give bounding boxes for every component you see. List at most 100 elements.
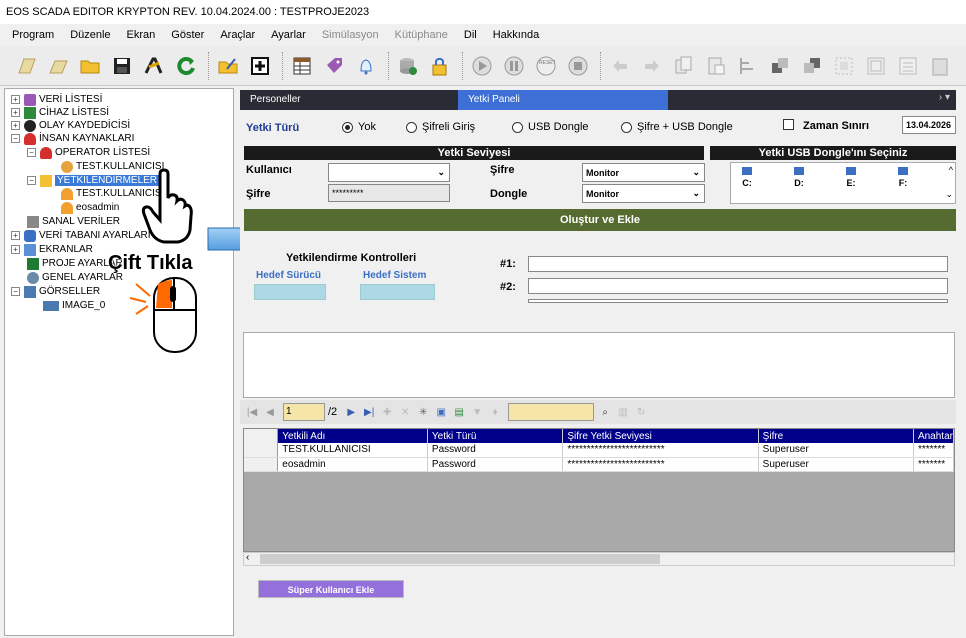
lock-icon[interactable] (426, 52, 454, 80)
password-field[interactable]: ********* (328, 184, 450, 202)
save-icon[interactable] (108, 52, 136, 80)
slot1-field[interactable] (528, 256, 948, 272)
radio-sifreli-giris[interactable]: Şifreli Giriş (406, 121, 475, 133)
menu-kutuphane[interactable]: Kütüphane (395, 29, 448, 41)
menu-duzenle[interactable]: Düzenle (70, 29, 110, 41)
edit-folder-icon[interactable] (214, 52, 242, 80)
table-cell[interactable]: ************************* (562, 443, 759, 458)
pause-icon[interactable] (500, 52, 528, 80)
stop-icon[interactable] (564, 52, 592, 80)
scrollbar-thumb[interactable] (260, 554, 660, 564)
bring-front-icon[interactable] (766, 52, 794, 80)
tree-item-veri-listesi[interactable]: + VERİ LİSTESİ (11, 93, 102, 106)
tree-item-ekranlar[interactable]: + EKRANLAR (11, 243, 93, 256)
menu-simulasyon[interactable]: Simülasyon (322, 29, 379, 41)
column-header[interactable]: Şifre Yetki Seviyesi (562, 429, 759, 443)
table-cell[interactable]: ******* (913, 457, 954, 472)
table-cell[interactable]: Superuser (758, 443, 914, 458)
tree-item-auth-eosadmin[interactable]: eosadmin (61, 201, 119, 214)
export-icon[interactable]: ▤ (451, 404, 467, 420)
paste-icon[interactable] (702, 52, 730, 80)
menu-ayarlar[interactable]: Ayarlar (271, 29, 306, 41)
compile-icon[interactable] (140, 52, 168, 80)
column-header[interactable]: Şifre (758, 429, 914, 443)
refresh-record-icon[interactable]: ✳ (415, 404, 431, 420)
align-icon[interactable] (734, 52, 762, 80)
open-file-icon[interactable] (44, 52, 72, 80)
column-header[interactable]: Anahtar (913, 429, 954, 443)
database-icon[interactable] (394, 52, 422, 80)
add-record-icon[interactable]: ✚ (379, 404, 395, 420)
row-header[interactable] (244, 443, 279, 458)
copy-icon[interactable] (670, 52, 698, 80)
target-system-field[interactable] (360, 284, 435, 300)
time-limit-checkbox[interactable] (783, 119, 794, 130)
page-number-input[interactable]: 1 (283, 403, 325, 421)
building-icon[interactable] (926, 52, 954, 80)
folder-icon[interactable] (76, 52, 104, 80)
tree-item-veri-tabani[interactable]: + VERİ TABANI AYARLARI (11, 229, 151, 242)
tree-item-gorseller[interactable]: − GÖRSELLER (11, 285, 100, 298)
create-add-button[interactable]: Oluştur ve Ekle (244, 209, 956, 231)
next-record-icon[interactable]: ▶ (343, 404, 359, 420)
tree-item-cihaz-listesi[interactable]: + CİHAZ LİSTESİ (11, 106, 109, 119)
drive-d[interactable]: D: (789, 167, 809, 188)
search-input[interactable] (508, 403, 595, 421)
group-icon[interactable] (830, 52, 858, 80)
properties-icon[interactable] (894, 52, 922, 80)
play-icon[interactable] (468, 52, 496, 80)
tree-item-operator-listesi[interactable]: − OPERATOR LİSTESİ (27, 146, 150, 159)
radio-sifre-usb-dongle[interactable]: Şifre + USB Dongle (621, 121, 733, 133)
table-cell[interactable]: Password (427, 457, 564, 472)
search-icon[interactable]: ⌕ (597, 404, 613, 420)
reload-icon[interactable]: ↻ (633, 404, 649, 420)
table-cell[interactable]: eosadmin (277, 457, 428, 472)
ungroup-icon[interactable] (862, 52, 890, 80)
clear-filter-icon[interactable]: ♦ (487, 404, 503, 420)
slot2-field[interactable] (528, 278, 948, 294)
grid-horizontal-scrollbar[interactable]: ‹ (243, 552, 955, 566)
add-box-icon[interactable] (246, 52, 274, 80)
table-cell[interactable]: Password (427, 443, 564, 458)
menu-dil[interactable]: Dil (464, 29, 477, 41)
scroll-left-icon[interactable]: ‹ (246, 552, 249, 563)
send-back-icon[interactable] (798, 52, 826, 80)
drive-c[interactable]: C: (737, 167, 757, 188)
tree-item-olay-kaydedicisi[interactable]: + OLAY KAYDEDİCİSİ (11, 119, 130, 132)
scroll-down-icon[interactable]: ⌄ (945, 189, 953, 200)
drive-e[interactable]: E: (841, 167, 861, 188)
column-header[interactable]: Yetki Türü (427, 429, 564, 443)
menu-hakkinda[interactable]: Hakkında (493, 29, 539, 41)
target-drive-field[interactable] (254, 284, 326, 300)
table-row[interactable]: eosadmin Password **********************… (244, 457, 954, 472)
slot3-field[interactable] (528, 299, 948, 303)
add-super-user-button[interactable]: Süper Kullanıcı Ekle (258, 580, 404, 598)
filter-icon[interactable]: ▼ (469, 404, 485, 420)
radio-usb-dongle[interactable]: USB Dongle (512, 121, 589, 133)
user-select[interactable]: ⌄ (328, 163, 450, 182)
radio-yok[interactable]: Yok (342, 121, 376, 133)
tab-scroll-icon[interactable]: › ▾ (939, 92, 950, 103)
prev-record-icon[interactable]: ◀ (262, 404, 278, 420)
new-file-icon[interactable] (12, 52, 40, 80)
menu-ekran[interactable]: Ekran (127, 29, 156, 41)
delete-record-icon[interactable]: ✕ (397, 404, 413, 420)
drive-f[interactable]: F: (893, 167, 913, 188)
menu-program[interactable]: Program (12, 29, 54, 41)
first-record-icon[interactable]: |◀ (244, 404, 260, 420)
dongle-level-select[interactable]: Monitor ⌄ (582, 184, 705, 203)
last-record-icon[interactable]: ▶| (361, 404, 377, 420)
undo-icon[interactable] (606, 52, 634, 80)
menu-goster[interactable]: Göster (171, 29, 204, 41)
column-header[interactable]: Yetkili Adı (277, 429, 428, 443)
scroll-up-icon[interactable]: ^ (949, 165, 953, 175)
tab-personeller[interactable]: Personeller (240, 90, 450, 110)
table-cell[interactable]: TEST.KULLANICISI (277, 443, 428, 458)
refresh-icon[interactable] (172, 52, 200, 80)
row-header[interactable] (244, 457, 279, 472)
date-field[interactable]: 13.04.2026 (902, 116, 956, 134)
usb-drive-list[interactable]: C: D: E: F: ^ ⌄ (730, 162, 956, 204)
reset-icon[interactable]: RESET (532, 52, 560, 80)
menu-araclar[interactable]: Araçlar (220, 29, 255, 41)
tree-item-insan-kaynaklari[interactable]: − İNSAN KAYNAKLARI (11, 132, 134, 145)
